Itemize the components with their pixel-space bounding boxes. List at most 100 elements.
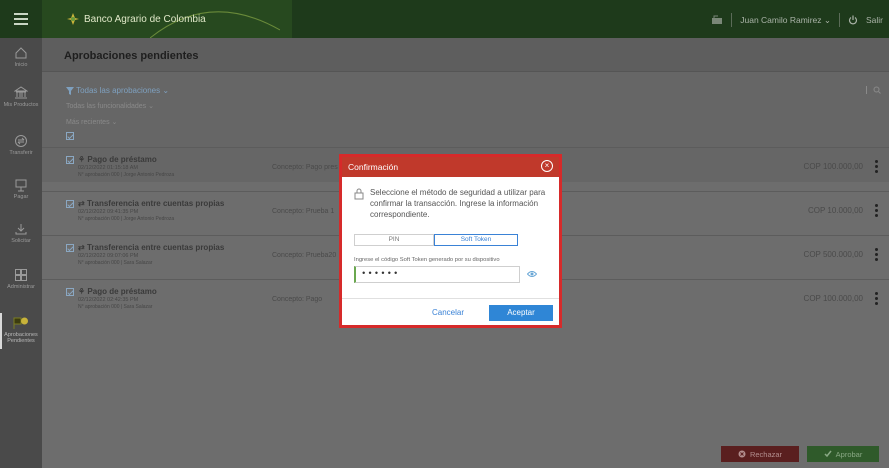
row-checkbox[interactable] xyxy=(66,244,74,252)
approval-type-filter-label: Todas las aprobaciones ⌄ xyxy=(76,86,170,95)
sidebar-item-label: Administrar xyxy=(7,284,35,290)
divider xyxy=(838,13,840,27)
page-header: Aprobaciones pendientes xyxy=(42,38,889,72)
divider xyxy=(342,298,559,299)
loan-icon: ⚘ xyxy=(78,155,88,164)
soft-token-option[interactable]: Soft Token xyxy=(434,234,518,246)
loan-icon: ⚘ xyxy=(78,287,88,296)
close-icon[interactable]: × xyxy=(541,160,553,172)
bank-icon xyxy=(14,86,28,99)
dialog-message-text: Seleccione el método de seguridad a util… xyxy=(370,188,546,219)
approve-label: Aprobar xyxy=(835,449,863,459)
approval-type-filter[interactable]: Todas las aprobaciones ⌄ xyxy=(66,86,169,95)
row-title: Pago de préstamo xyxy=(87,155,157,164)
sidebar-item-pagar[interactable]: Pagar xyxy=(0,178,42,200)
order-filter[interactable]: Más recientes ⌄ xyxy=(66,118,117,126)
brand-name: Banco Agrario de Colombia xyxy=(84,14,206,25)
functionality-filter[interactable]: Todas las funcionalidades ⌄ xyxy=(66,102,154,110)
sidebar-item-label: Pagar xyxy=(13,194,29,200)
row-title-wrap: ⇄ Transferencia entre cuentas propias xyxy=(78,199,224,208)
mailbox-icon[interactable] xyxy=(711,15,723,25)
accept-button[interactable]: Aceptar xyxy=(489,305,553,321)
approve-button[interactable]: Aprobar xyxy=(807,446,879,462)
row-checkbox[interactable] xyxy=(66,156,74,164)
sidebar-item-transferir[interactable]: Transferir xyxy=(0,134,42,156)
show-password-icon[interactable] xyxy=(527,270,537,278)
search-icon[interactable] xyxy=(873,86,881,94)
row-concept: Concepto: Pago xyxy=(272,296,323,303)
user-menu[interactable]: Juan Camilo Ramirez ⌄ xyxy=(740,15,831,26)
filter-icon xyxy=(66,86,74,95)
approvals-icon xyxy=(13,317,28,329)
bank-logo-icon xyxy=(67,13,79,25)
more-options-icon[interactable] xyxy=(875,160,879,175)
row-approver: N° aprobación 000 | Sara Salazar xyxy=(78,304,153,310)
security-method-selector: PIN Soft Token xyxy=(354,234,518,246)
confirmation-dialog: Confirmación × Seleccione el método de s… xyxy=(342,157,559,325)
sidebar-item-label: Aprobaciones Pendientes xyxy=(4,332,38,344)
row-concept: Concepto: Pago pres xyxy=(272,164,338,171)
cancel-button[interactable]: Cancelar xyxy=(418,305,478,321)
reject-button[interactable]: Rechazar xyxy=(721,446,799,462)
row-date: 02/12/2022 01:15:18 AM xyxy=(78,165,138,171)
topbar-right: Juan Camilo Ramirez ⌄ Salir xyxy=(711,13,883,27)
pay-icon xyxy=(15,179,27,192)
page-title: Aprobaciones pendientes xyxy=(64,50,199,62)
checkbox[interactable] xyxy=(66,132,74,140)
lock-icon xyxy=(354,188,364,200)
close-circle-icon xyxy=(738,450,746,458)
row-title-wrap: ⚘ Pago de préstamo xyxy=(78,155,157,164)
check-icon xyxy=(824,450,832,458)
row-amount: COP 100.000,00 xyxy=(803,162,863,171)
divider xyxy=(866,86,867,94)
row-checkbox[interactable] xyxy=(66,288,74,296)
row-date: 02/12/2022 02:42:35 PM xyxy=(78,297,139,303)
pin-option[interactable]: PIN xyxy=(354,234,434,246)
more-options-icon[interactable] xyxy=(875,204,879,219)
home-icon xyxy=(15,47,27,59)
row-approver: N° aprobación 000 | Jorge Antonio Pedroz… xyxy=(78,216,175,222)
dialog-message: Seleccione el método de seguridad a util… xyxy=(354,187,554,220)
token-label: Ingrese el código Soft Token generado po… xyxy=(354,257,500,263)
request-icon xyxy=(15,224,27,235)
menu-icon[interactable] xyxy=(14,13,28,25)
row-amount: COP 500.000,00 xyxy=(803,250,863,259)
functionality-filter-label: Todas las funcionalidades ⌄ xyxy=(66,103,154,110)
sidebar-item-mis-productos[interactable]: Mis Productos xyxy=(0,86,42,108)
sidebar: Inicio Mis Productos Transferir Pagar So… xyxy=(0,38,42,468)
more-options-icon[interactable] xyxy=(875,292,879,307)
select-all-checkbox[interactable] xyxy=(66,132,74,140)
row-approver: N° aprobación 000 | Jorge Antonio Pedroz… xyxy=(78,172,175,178)
top-bar: Banco Agrario de Colombia Juan Camilo Ra… xyxy=(0,0,889,38)
row-title: Transferencia entre cuentas propias xyxy=(86,243,225,252)
sidebar-item-solicitar[interactable]: Solicitar xyxy=(0,222,42,244)
more-options-icon[interactable] xyxy=(875,248,879,263)
logout-button[interactable]: Salir xyxy=(866,15,883,25)
row-title: Pago de préstamo xyxy=(87,287,157,296)
row-amount: COP 10.000,00 xyxy=(807,206,863,215)
row-date: 02/12/2022 09:07:06 PM xyxy=(78,253,139,259)
sidebar-item-label: Mis Productos xyxy=(3,102,39,108)
sidebar-item-aprobaciones[interactable]: Aprobaciones Pendientes xyxy=(0,313,42,349)
row-concept: Concepto: Prueba 1 xyxy=(272,208,335,215)
dialog-title: Confirmación xyxy=(348,162,399,172)
token-input[interactable]: •••••• xyxy=(354,266,520,283)
transfer-icon: ⇄ xyxy=(78,199,87,208)
power-icon[interactable] xyxy=(848,15,858,25)
sidebar-item-label: Transferir xyxy=(9,150,33,156)
admin-icon xyxy=(15,269,27,281)
bulk-actions: Rechazar Aprobar xyxy=(721,446,879,462)
sidebar-item-inicio[interactable]: Inicio xyxy=(0,46,42,68)
transfer-icon: ⇄ xyxy=(78,243,87,252)
sidebar-item-label: Inicio xyxy=(14,62,28,68)
sidebar-item-label: Solicitar xyxy=(11,238,31,244)
sidebar-item-administrar[interactable]: Administrar xyxy=(0,268,42,290)
dialog-header: Confirmación × xyxy=(342,157,559,177)
row-date: 02/12/2022 09:41:35 PM xyxy=(78,209,139,215)
row-amount: COP 100.000,00 xyxy=(803,294,863,303)
row-title-wrap: ⇄ Transferencia entre cuentas propias xyxy=(78,243,224,252)
reject-label: Rechazar xyxy=(749,449,783,459)
row-checkbox[interactable] xyxy=(66,200,74,208)
row-title: Transferencia entre cuentas propias xyxy=(86,199,225,208)
divider xyxy=(731,13,733,27)
